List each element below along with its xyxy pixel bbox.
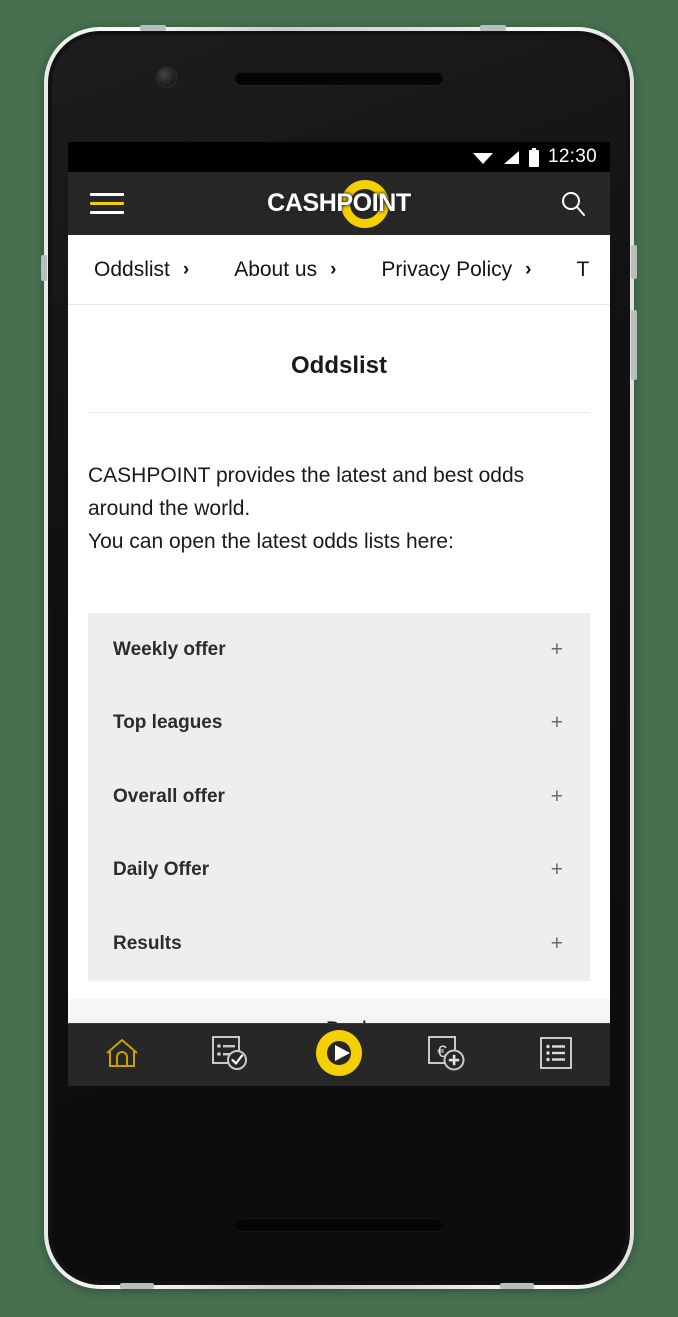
phone-side-button (120, 1283, 154, 1289)
bottom-nav-deposit[interactable]: € (393, 1024, 501, 1086)
page-title: Oddslist (290, 352, 387, 379)
chevron-right-icon: › (525, 258, 532, 280)
bottom-navigation-bar: € (68, 1023, 610, 1086)
accordion-label: Daily Offer (113, 859, 210, 881)
plus-icon: + (550, 784, 563, 808)
nav-item-oddslist[interactable]: Oddslist › (94, 258, 189, 282)
nav-item-label: T (576, 257, 590, 281)
accordion-item-overall-offer[interactable]: Overall offer + (88, 760, 590, 834)
phone-side-button (500, 1283, 534, 1289)
status-bar: 12:30 (68, 142, 610, 172)
phone-side-button (140, 25, 166, 31)
live-play-icon (311, 1025, 367, 1086)
home-icon (103, 1035, 141, 1076)
chevron-right-icon: › (182, 258, 190, 280)
nav-item-label: Privacy Policy (381, 257, 513, 281)
plus-icon: + (550, 637, 563, 661)
phone-side-button (41, 255, 47, 281)
intro-paragraph: CASHPOINT provides the latest and best o… (68, 413, 610, 558)
bottom-nav-betslip[interactable] (176, 1024, 284, 1086)
intro-line-2: around the world. (88, 497, 251, 520)
search-icon[interactable] (558, 189, 588, 219)
bottom-nav-home[interactable] (68, 1024, 176, 1086)
plus-icon: + (550, 711, 563, 735)
logo-text: CASHPOINT (267, 189, 411, 217)
phone-volume-button (631, 310, 637, 380)
phone-power-button (631, 245, 637, 279)
bottom-nav-live[interactable] (285, 1024, 393, 1086)
deposit-euro-icon: € (426, 1034, 468, 1077)
nav-item-about-us[interactable]: About us › (234, 258, 336, 282)
phone-screen: 12:30 CASHPOINT Oddslist › About us › Pr… (68, 142, 610, 1086)
page-content: Oddslist CASHPOINT provides the latest a… (68, 305, 610, 1061)
nav-item-truncated[interactable]: T (576, 258, 589, 282)
cellular-signal-icon (502, 149, 520, 165)
phone-side-button (480, 25, 506, 31)
plus-icon: + (550, 931, 563, 955)
nav-item-privacy-policy[interactable]: Privacy Policy › (381, 258, 531, 282)
accordion-label: Weekly offer (113, 638, 226, 660)
nav-item-label: Oddslist (94, 257, 170, 281)
intro-line-1: CASHPOINT provides the latest and best o… (88, 464, 525, 487)
front-camera-icon (157, 68, 176, 87)
plus-icon: + (550, 858, 563, 882)
intro-line-3: You can open the latest odds lists here: (88, 530, 454, 553)
betslip-check-icon (210, 1034, 252, 1077)
bottom-nav-list[interactable] (502, 1024, 610, 1086)
status-bar-clock: 12:30 (547, 146, 597, 167)
cashpoint-logo: CASHPOINT (249, 178, 429, 230)
bottom-speaker-grille (235, 1218, 443, 1231)
app-header: CASHPOINT (68, 172, 610, 235)
accordion-label: Top leagues (113, 712, 223, 734)
accordion-item-top-leagues[interactable]: Top leagues + (88, 687, 590, 761)
earpiece-speaker (235, 72, 443, 85)
list-menu-icon (538, 1035, 574, 1076)
top-nav-strip[interactable]: Oddslist › About us › Privacy Policy › T (68, 235, 610, 305)
nav-item-label: About us (234, 257, 318, 281)
accordion-label: Overall offer (113, 785, 225, 807)
oddslist-accordion: Weekly offer + Top leagues + Overall off… (88, 613, 590, 981)
accordion-item-results[interactable]: Results + (88, 907, 590, 981)
accordion-label: Results (113, 932, 182, 954)
chevron-right-icon: › (330, 258, 337, 280)
accordion-item-weekly-offer[interactable]: Weekly offer + (88, 613, 590, 687)
hamburger-menu-icon[interactable] (90, 193, 124, 214)
battery-icon (528, 147, 540, 167)
accordion-item-daily-offer[interactable]: Daily Offer + (88, 834, 590, 908)
wifi-icon (472, 149, 494, 165)
